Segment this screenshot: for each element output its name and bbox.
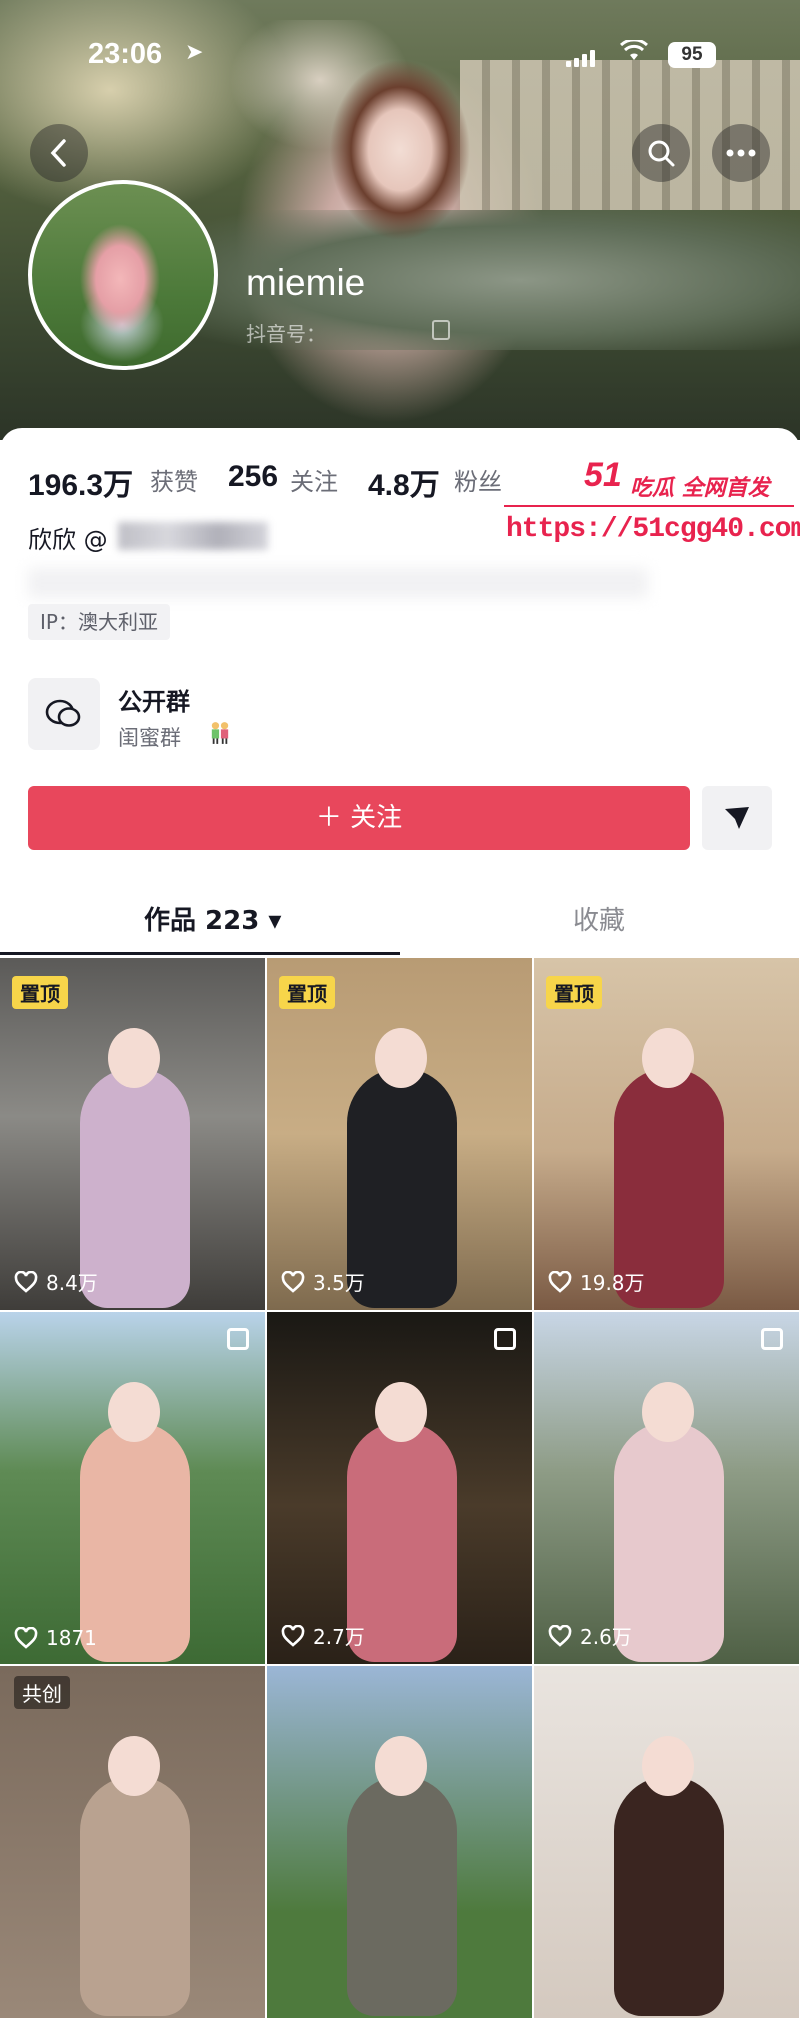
ip-location-tag: IP：澳大利亚 [28, 604, 170, 640]
thumbnail-person [614, 1776, 724, 2016]
pinned-badge: 置顶 [279, 976, 335, 1009]
video-tile[interactable]: 共创 [0, 1666, 265, 2018]
multi-image-icon [494, 1328, 516, 1350]
status-time: 23:06 [88, 38, 163, 70]
video-tile[interactable]: 置顶 19.8万 [534, 958, 799, 1310]
like-count: 8.4万 [14, 1267, 98, 1296]
share-button[interactable] [702, 786, 772, 850]
watermark-tagline: 吃瓜 全网首发 [630, 476, 770, 501]
bio-text: 欣欣 @ [28, 526, 108, 554]
like-count-text: 2.7万 [313, 1625, 365, 1649]
video-tile[interactable]: 1871 [0, 1312, 265, 1664]
follow-button[interactable]: ＋ 关注 [28, 786, 690, 850]
thumbnail-face [642, 1382, 694, 1442]
thumbnail-face [642, 1028, 694, 1088]
like-count: 19.8万 [548, 1267, 645, 1296]
multi-image-icon [227, 1328, 249, 1350]
active-tab-indicator [0, 952, 400, 955]
heart-icon [548, 1270, 572, 1293]
video-tile[interactable]: 2.6万 [534, 1312, 799, 1664]
video-tile[interactable]: 置顶 8.4万 [0, 958, 265, 1310]
thumbnail-face [108, 1028, 160, 1088]
like-count-text: 3.5万 [313, 1271, 365, 1295]
pinned-badge: 置顶 [12, 976, 68, 1009]
thumbnail-person [80, 1776, 190, 2016]
video-tile[interactable]: 置顶 3.5万 [267, 958, 532, 1310]
followers-label[interactable]: 粉丝 [454, 462, 502, 497]
search-button[interactable] [632, 124, 690, 182]
followers-count[interactable]: 4.8万 [368, 460, 440, 504]
chevron-left-icon [50, 139, 66, 167]
following-count[interactable]: 256 [228, 460, 278, 494]
thumbnail-face [375, 1028, 427, 1088]
send-arrow-icon [725, 807, 749, 829]
more-dots-icon [726, 149, 756, 157]
video-tile[interactable]: 2.7万 [267, 1312, 532, 1664]
signal-icon [566, 48, 600, 67]
watermark-logo: 51 [584, 456, 622, 494]
following-label[interactable]: 关注 [290, 462, 338, 497]
cover-person [300, 60, 500, 360]
group-subtitle: 闺蜜群 [118, 726, 181, 750]
douyin-id-label: 抖音号： [246, 322, 326, 346]
co-create-badge: 共创 [14, 1676, 70, 1709]
blurred-bio-line [28, 568, 648, 598]
watermark-line [504, 505, 794, 507]
thumbnail-face [108, 1736, 160, 1796]
women-emoji-icon [211, 722, 229, 744]
multi-image-icon [761, 1328, 783, 1350]
like-count-text: 8.4万 [46, 1271, 98, 1295]
blurred-handle [118, 522, 268, 550]
thumbnail-face [642, 1736, 694, 1796]
more-button[interactable] [712, 124, 770, 182]
video-tile[interactable] [534, 1666, 799, 2018]
like-count-text: 2.6万 [580, 1625, 632, 1649]
avatar[interactable] [28, 180, 218, 370]
watermark-url: https://51cgg40.com [506, 514, 800, 545]
tab-favorites[interactable]: 收藏 [573, 900, 625, 937]
like-count-text: 1871 [46, 1626, 97, 1650]
heart-icon [14, 1627, 38, 1649]
pinned-badge: 置顶 [546, 976, 602, 1009]
username: miemie [246, 262, 366, 303]
thumbnail-face [375, 1736, 427, 1796]
heart-icon [14, 1270, 38, 1293]
like-count: 2.7万 [281, 1621, 365, 1650]
group-title[interactable]: 公开群 [118, 682, 190, 717]
likes-count: 196.3万 [28, 469, 134, 502]
wifi-icon [619, 38, 649, 68]
group-chat-icon[interactable] [28, 678, 100, 750]
like-count: 2.6万 [548, 1621, 632, 1650]
thumbnail-person [347, 1776, 457, 2016]
tab-works[interactable]: 作品 223 ▾ [144, 900, 281, 937]
like-count: 3.5万 [281, 1267, 365, 1296]
heart-icon [281, 1270, 305, 1293]
likes-label: 获赞 [150, 468, 198, 496]
video-grid: 置顶 8.4万 置顶 3.5万 置顶 19.8万 1871 2.7万 2.6万共创 [0, 958, 800, 2018]
back-button[interactable] [30, 124, 88, 182]
location-arrow-icon: ➤ [185, 40, 204, 65]
video-tile[interactable] [267, 1666, 532, 2018]
battery-indicator: 95 [668, 42, 716, 68]
heart-icon [548, 1624, 572, 1647]
thumbnail-face [375, 1382, 427, 1442]
thumbnail-face [108, 1382, 160, 1442]
heart-icon [281, 1624, 305, 1647]
like-count-text: 19.8万 [580, 1271, 645, 1295]
search-icon [648, 140, 675, 167]
copy-icon[interactable] [432, 320, 450, 340]
like-count: 1871 [14, 1626, 97, 1650]
